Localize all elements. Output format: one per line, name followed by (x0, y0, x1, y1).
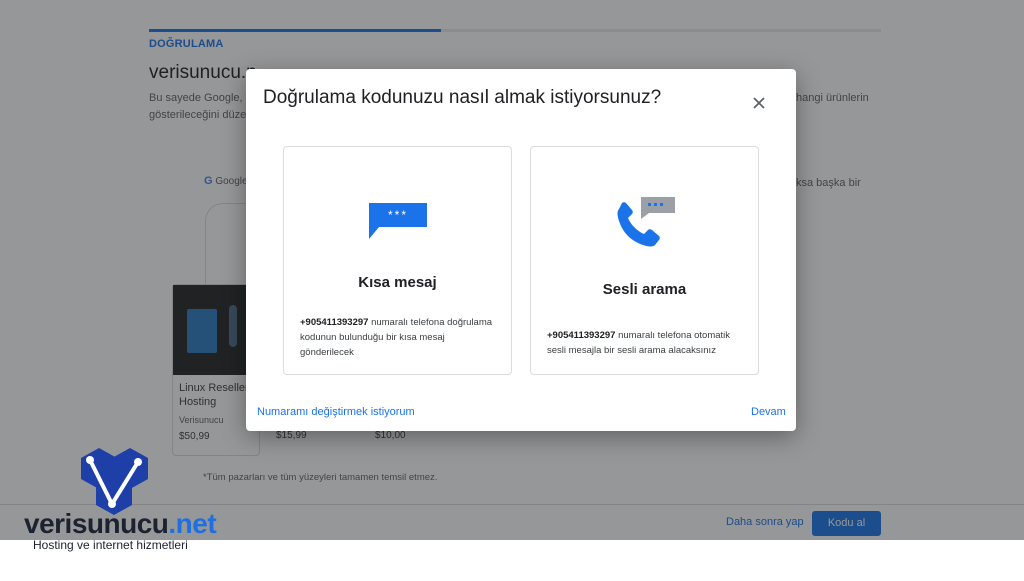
verification-method-dialog: Doğrulama kodunuzu nasıl almak istiyorsu… (246, 69, 796, 431)
option-voice-call[interactable]: Sesli arama +905411393297 numaralı telef… (530, 146, 759, 375)
voice-phone-number: +905411393297 (547, 330, 616, 341)
option-sms-title: Kısa mesaj (358, 274, 437, 291)
dialog-title: Doğrulama kodunuzu nasıl almak istiyorsu… (263, 87, 662, 108)
option-voice-description: +905411393297 numaralı telefona otomatik… (547, 328, 747, 358)
brand-main: verisunucu (24, 508, 169, 539)
brand-name: verisunucu.net (24, 508, 217, 540)
brand-tagline: Hosting ve internet hizmetleri (33, 538, 188, 552)
phone-call-icon (615, 195, 677, 254)
continue-button[interactable]: Devam (751, 406, 786, 418)
option-sms[interactable]: *** Kısa mesaj +905411393297 numaralı te… (283, 146, 512, 375)
sms-bubble-icon: *** (369, 203, 427, 244)
change-number-link[interactable]: Numaramı değiştirmek istiyorum (257, 406, 415, 418)
close-icon[interactable] (749, 93, 769, 113)
sms-phone-number: +905411393297 (300, 317, 369, 328)
brand-tld: .net (168, 508, 217, 539)
option-sms-description: +905411393297 numaralı telefona doğrulam… (300, 315, 500, 360)
sms-bubble-text: *** (387, 208, 408, 222)
option-voice-title: Sesli arama (602, 281, 687, 298)
